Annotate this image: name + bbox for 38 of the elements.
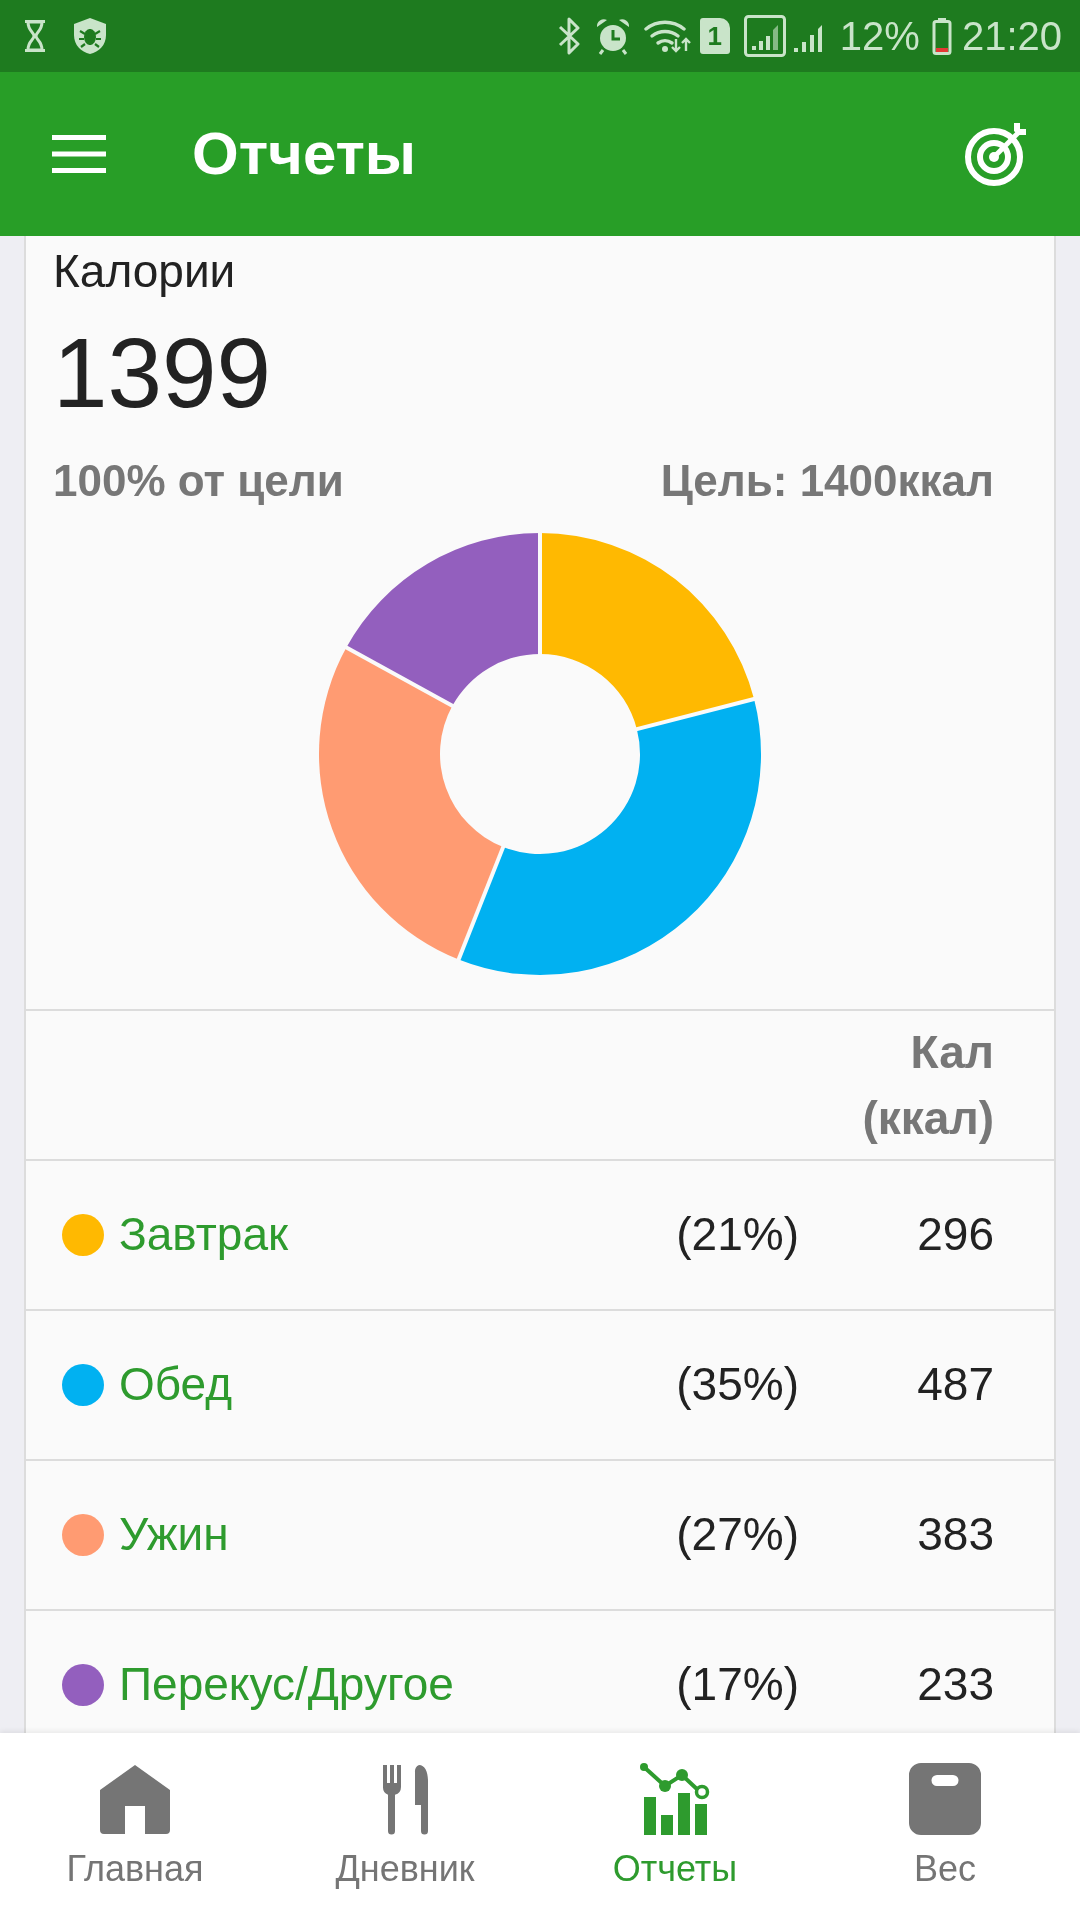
screen-title: Отчеты [192,119,417,189]
signal-strength-icon [743,15,786,57]
meal-name: Завтрак [119,1207,290,1263]
meal-percent: (17%) [676,1657,799,1713]
meal-name: Обед [119,1357,234,1413]
battery-icon [931,17,952,55]
shield-bug-icon [72,17,108,55]
meal-row[interactable]: Завтрак (21%) 296 [26,1158,1054,1309]
goal-percent: 100% от цели [53,454,344,507]
battery-percent: 12% [839,16,920,56]
meal-name: Перекус/Другое [119,1657,455,1713]
meal-percent: (27%) [676,1507,799,1563]
meal-calories: 296 [916,1207,994,1263]
nav-tab[interactable]: Дневник [270,1733,540,1920]
bar-line-chart-icon [639,1763,711,1835]
goal-label: Цель: 1400ккал [660,454,994,507]
hourglass-icon [22,19,48,53]
column-header: Кал (ккал) [861,1024,994,1146]
scale-icon [909,1763,981,1835]
clock-time: 21:20 [961,16,1062,56]
sim-indicator: 1 [699,18,730,54]
meal-row[interactable]: Ужин (27%) 383 [26,1458,1054,1609]
metric-title: Калории [53,244,237,299]
wifi-icon [643,19,692,53]
meal-percent: (35%) [676,1357,799,1413]
house-icon [99,1763,171,1835]
meal-row[interactable]: Обед (35%) 487 [26,1308,1054,1459]
menu-icon[interactable] [52,135,106,173]
meal-calories: 383 [916,1507,994,1563]
meal-calories: 233 [916,1657,994,1713]
meal-calories: 487 [916,1357,994,1413]
meal-name: Ужин [119,1507,230,1563]
fork-knife-icon [381,1763,429,1835]
calorie-total: 1399 [53,317,272,431]
meal-percent: (21%) [676,1207,799,1263]
nav-tab[interactable]: Главная [0,1733,270,1920]
nav-tab[interactable]: Отчеты [540,1733,810,1920]
nav-tab[interactable]: Вес [810,1733,1080,1920]
